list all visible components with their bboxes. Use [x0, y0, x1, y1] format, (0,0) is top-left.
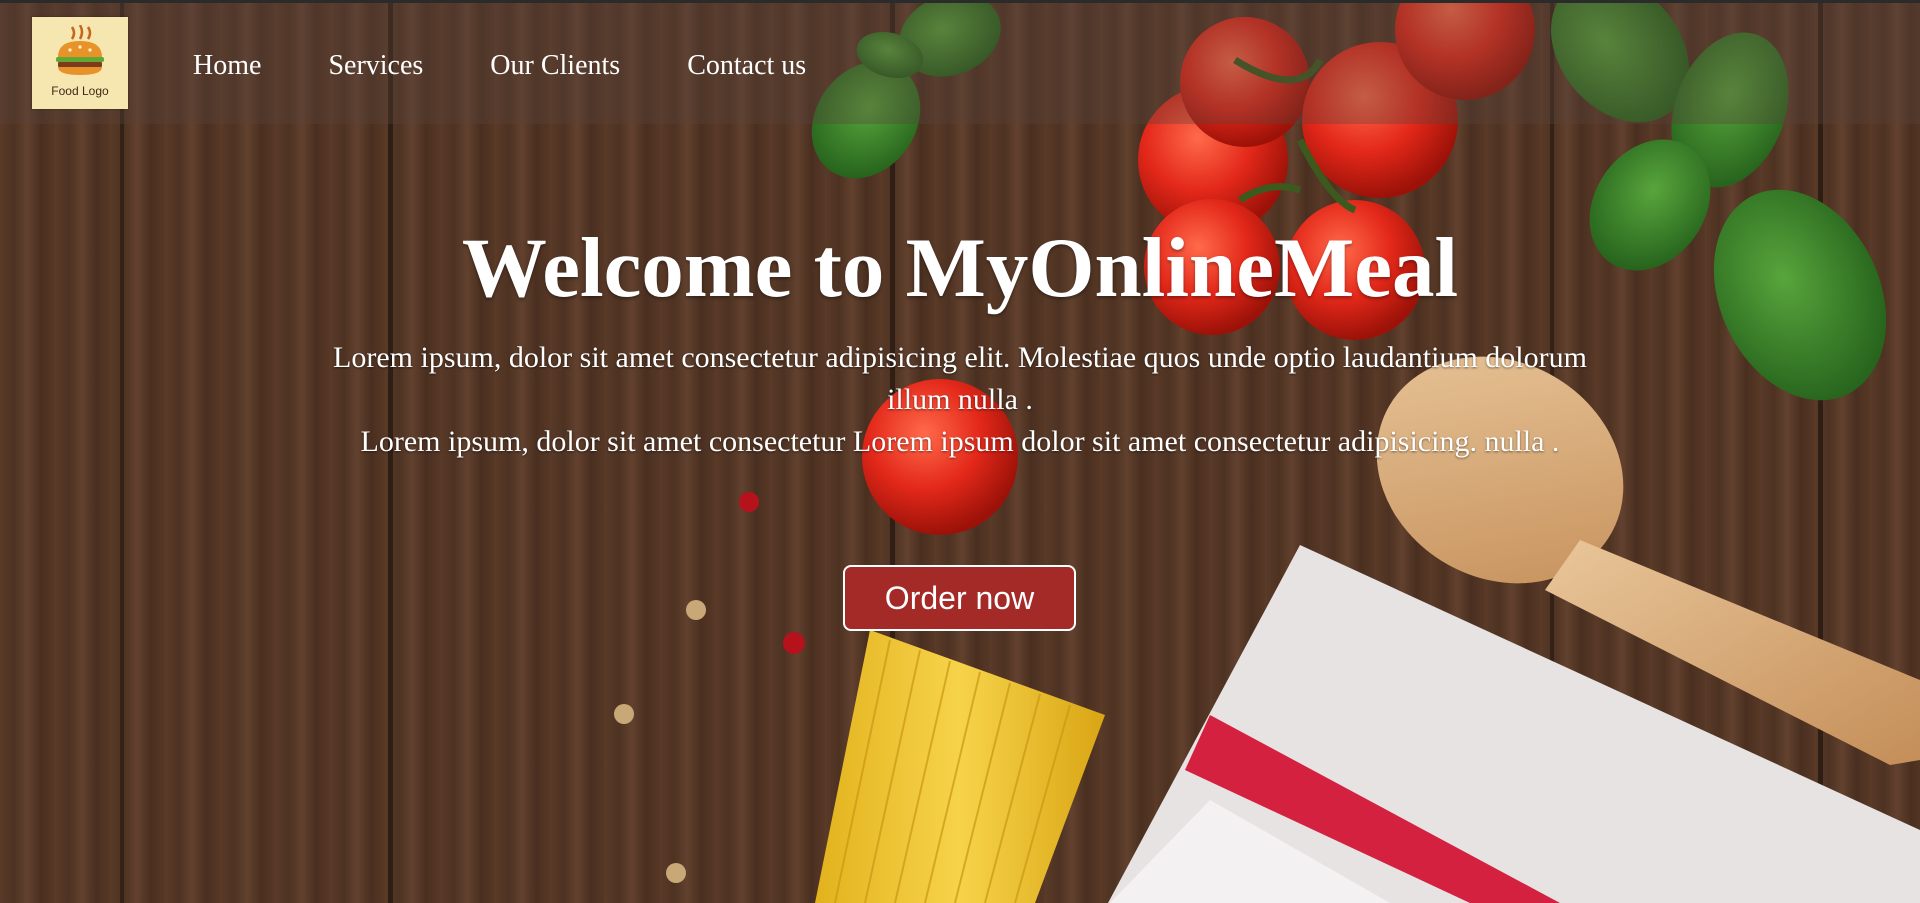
nav-item-home[interactable]: Home [193, 49, 261, 83]
top-navigation-bar: Food Logo Home Services Our Clients Cont… [0, 0, 1920, 124]
hero-paragraph-1: Lorem ipsum, dolor sit amet consectetur … [333, 341, 1587, 416]
order-now-button[interactable]: Order now [843, 565, 1076, 631]
hero-paragraph-2: Lorem ipsum, dolor sit amet consectetur … [360, 425, 1560, 458]
burger-icon [56, 25, 104, 75]
food-logo[interactable]: Food Logo [32, 17, 128, 109]
logo-text: Food Logo [51, 84, 109, 98]
main-nav: Home Services Our Clients Contact us [193, 49, 873, 83]
nav-item-services[interactable]: Services [328, 49, 423, 83]
nav-item-our-clients[interactable]: Our Clients [490, 49, 620, 83]
hero-title: Welcome to MyOnlineMeal [461, 221, 1459, 315]
nav-item-contact-us[interactable]: Contact us [687, 49, 806, 83]
